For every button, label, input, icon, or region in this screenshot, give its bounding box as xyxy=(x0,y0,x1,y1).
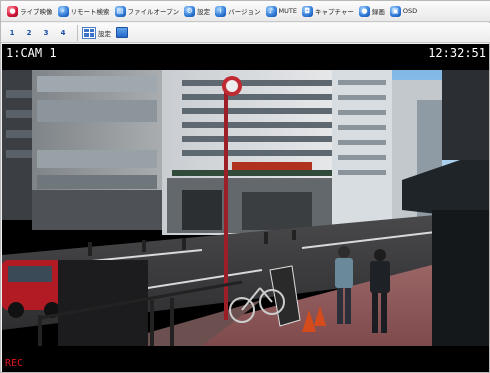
settings-button[interactable]: ⚙ 設定 xyxy=(184,3,210,19)
capture-icon: ◘ xyxy=(301,5,313,17)
mute-label: MUTE xyxy=(278,7,297,15)
camera-toolbar: 1 2 3 4 設定 xyxy=(1,23,490,43)
fullscreen-icon[interactable] xyxy=(116,27,128,38)
record-icon: ● xyxy=(358,5,370,17)
live-video-button[interactable]: ● ライブ映像 xyxy=(7,3,53,19)
toolbar-divider xyxy=(77,24,78,41)
remote-search-icon: ⌕ xyxy=(57,5,69,17)
version-label: バージョン xyxy=(228,8,261,16)
file-open-button[interactable]: ▤ ファイルオープン xyxy=(114,3,180,19)
capture-button[interactable]: ◘ キャプチャー xyxy=(301,3,354,19)
osd-button[interactable]: ▣ OSD xyxy=(389,3,418,19)
live-video-label: ライブ映像 xyxy=(20,8,53,16)
live-video-icon: ● xyxy=(7,5,18,17)
remote-search-label: リモート検索 xyxy=(70,8,110,16)
capture-label: キャプチャー xyxy=(314,8,354,16)
record-button[interactable]: ● 録画 xyxy=(358,3,385,19)
file-open-icon: ▤ xyxy=(114,5,126,17)
settings-label: 設定 xyxy=(197,8,211,16)
remote-search-button[interactable]: ⌕ リモート検索 xyxy=(57,3,110,19)
version-icon: i xyxy=(215,5,227,17)
settings-icon: ⚙ xyxy=(184,5,196,17)
app-window: ● ライブ映像 ⌕ リモート検索 ▤ ファイルオープン ⚙ 設定 i バージョン… xyxy=(0,0,490,373)
osd-label: OSD xyxy=(402,7,418,15)
main-toolbar: ● ライブ映像 ⌕ リモート検索 ▤ ファイルオープン ⚙ 設定 i バージョン… xyxy=(1,1,490,22)
camera-view[interactable]: 1:CAM 1 12:32:51 REC xyxy=(2,44,489,372)
camera-tab-4[interactable]: 4 xyxy=(56,26,70,40)
mute-button[interactable]: ♪ MUTE xyxy=(265,3,297,19)
camera-clock: 12:32:51 xyxy=(428,46,486,60)
mute-icon: ♪ xyxy=(265,5,277,17)
camera-feed-image xyxy=(2,70,489,346)
camera-tab-3[interactable]: 3 xyxy=(39,26,53,40)
recording-indicator: REC xyxy=(5,358,24,369)
version-button[interactable]: i バージョン xyxy=(215,3,261,19)
layout-settings-label[interactable]: 設定 xyxy=(98,28,111,38)
file-open-label: ファイルオープン xyxy=(127,8,180,16)
camera-tab-2[interactable]: 2 xyxy=(22,26,36,40)
layout-grid-icon[interactable] xyxy=(82,26,96,39)
camera-name: 1:CAM 1 xyxy=(6,46,57,60)
osd-icon: ▣ xyxy=(389,5,401,17)
camera-tab-1[interactable]: 1 xyxy=(5,26,19,40)
record-label: 録画 xyxy=(371,8,385,16)
